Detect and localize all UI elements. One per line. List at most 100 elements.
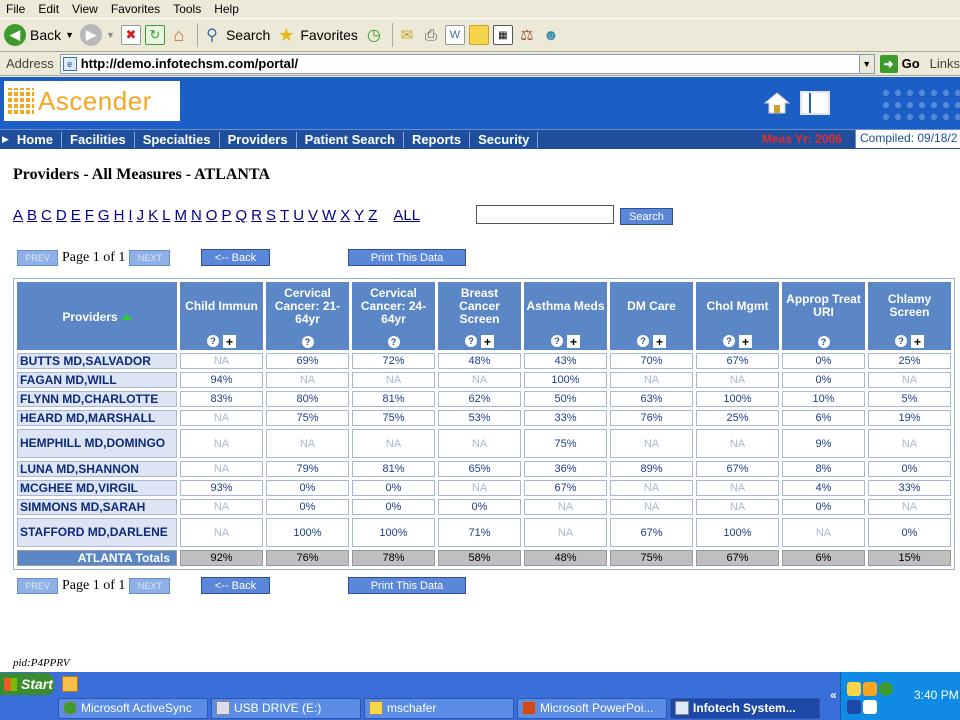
provider-name[interactable]: FLYNN MD,CHARLOTTE	[17, 391, 177, 407]
nav-providers[interactable]: Providers	[220, 131, 297, 148]
home-icon[interactable]: ⌂	[169, 25, 189, 45]
measure-cell[interactable]: 33%	[868, 480, 951, 496]
measure-cell[interactable]: 81%	[352, 391, 435, 407]
provider-name[interactable]: LUNA MD,SHANNON	[17, 461, 177, 477]
ascender-logo[interactable]: Ascender	[4, 81, 180, 121]
letter-link-g[interactable]: G	[98, 207, 110, 224]
measure-cell[interactable]: 6%	[782, 410, 865, 426]
letter-link-j[interactable]: J	[137, 207, 145, 224]
search-button[interactable]: Search	[620, 208, 673, 225]
menu-file[interactable]: File	[6, 2, 25, 16]
letter-link-s[interactable]: S	[266, 207, 276, 224]
measure-header[interactable]: Child Immun? +	[180, 282, 263, 350]
letter-link-i[interactable]: I	[128, 207, 132, 224]
letter-link-v[interactable]: V	[308, 207, 318, 224]
measure-cell[interactable]: 94%	[180, 372, 263, 388]
menu-favorites[interactable]: Favorites	[111, 2, 160, 16]
expand-icon[interactable]: +	[739, 335, 752, 348]
measure-cell[interactable]: 67%	[524, 480, 607, 496]
print-data-button-top[interactable]: Print This Data	[348, 249, 466, 266]
measure-cell[interactable]: 8%	[782, 461, 865, 477]
nav-home[interactable]: Home	[9, 131, 63, 148]
measure-cell[interactable]: 81%	[352, 461, 435, 477]
help-icon[interactable]: ?	[301, 336, 314, 348]
measure-cell[interactable]: 89%	[610, 461, 693, 477]
search-button[interactable]: ⚲ Search	[202, 21, 270, 49]
task-infotech[interactable]: Infotech System...	[670, 697, 820, 719]
measure-cell[interactable]: 5%	[868, 391, 951, 407]
refresh-icon[interactable]: ↻	[144, 25, 165, 45]
measure-header[interactable]: Breast Cancer Screen? +	[438, 282, 521, 350]
sync-tray-icon[interactable]	[879, 682, 893, 696]
measure-cell[interactable]: 9%	[782, 429, 865, 458]
measure-header[interactable]: Approp Treat URI?	[782, 282, 865, 350]
measure-cell[interactable]: 33%	[524, 410, 607, 426]
menu-tools[interactable]: Tools	[173, 2, 201, 16]
measure-cell[interactable]: 80%	[266, 391, 349, 407]
prev-button[interactable]: PREV	[17, 250, 58, 266]
forward-button[interactable]: ▶ ▼	[80, 21, 115, 49]
measure-cell[interactable]: 72%	[352, 353, 435, 369]
measure-cell[interactable]: 67%	[610, 518, 693, 547]
provider-name[interactable]: SIMMONS MD,SARAH	[17, 499, 177, 515]
measure-cell[interactable]: 100%	[266, 518, 349, 547]
measure-cell[interactable]: 67%	[696, 461, 779, 477]
measure-cell[interactable]: 75%	[524, 429, 607, 458]
help-icon[interactable]: ?	[207, 335, 219, 347]
measure-cell[interactable]: 43%	[524, 353, 607, 369]
letter-link-k[interactable]: K	[148, 207, 158, 224]
measure-cell[interactable]: 48%	[438, 353, 521, 369]
letter-link-h[interactable]: H	[114, 207, 125, 224]
menu-edit[interactable]: Edit	[38, 2, 59, 16]
letter-link-p[interactable]: P	[221, 207, 231, 224]
edit-icon[interactable]: W	[444, 25, 465, 45]
measure-cell[interactable]: 70%	[610, 353, 693, 369]
letter-link-m[interactable]: M	[174, 207, 187, 224]
provider-name[interactable]: BUTTS MD,SALVADOR	[17, 353, 177, 369]
measure-cell[interactable]: 0%	[782, 499, 865, 515]
measure-cell[interactable]: 93%	[180, 480, 263, 496]
measure-header[interactable]: Cervical Cancer: 24-64yr?	[352, 282, 435, 350]
print-icon[interactable]: ⎙	[421, 25, 441, 45]
measure-cell[interactable]: 100%	[352, 518, 435, 547]
volume-tray-icon[interactable]	[863, 700, 877, 714]
task-powerpoint[interactable]: Microsoft PowerPoi...	[517, 697, 667, 719]
nav-specialties[interactable]: Specialties	[135, 131, 220, 148]
measure-cell[interactable]: 79%	[266, 461, 349, 477]
provider-name[interactable]: STAFFORD MD,DARLENE	[17, 518, 177, 547]
links-label[interactable]: Links	[930, 56, 960, 71]
measure-cell[interactable]: 0%	[868, 518, 951, 547]
network-tray-icon[interactable]	[847, 700, 861, 714]
letter-link-b[interactable]: B	[27, 207, 37, 224]
letter-link-n[interactable]: N	[191, 207, 202, 224]
start-button[interactable]: Start	[0, 673, 54, 695]
letter-link-o[interactable]: O	[206, 207, 218, 224]
measure-cell[interactable]: 53%	[438, 410, 521, 426]
mail-tray-icon[interactable]	[847, 682, 861, 696]
task-mschafer[interactable]: mschafer	[364, 697, 514, 719]
help-icon[interactable]: ?	[465, 335, 477, 347]
measure-cell[interactable]: 83%	[180, 391, 263, 407]
home-icon[interactable]	[764, 91, 790, 115]
next-button[interactable]: NEXT	[129, 578, 171, 594]
provider-name[interactable]: MCGHEE MD,VIRGIL	[17, 480, 177, 496]
measure-cell[interactable]: 25%	[696, 410, 779, 426]
measure-cell[interactable]: 65%	[438, 461, 521, 477]
measure-cell[interactable]: 0%	[352, 499, 435, 515]
letter-link-r[interactable]: R	[251, 207, 262, 224]
nav-security[interactable]: Security	[470, 131, 539, 148]
help-icon[interactable]: ?	[817, 336, 830, 348]
measure-header[interactable]: Chlamy Screen? +	[868, 282, 951, 350]
quicklaunch-icon[interactable]	[62, 676, 78, 692]
measure-cell[interactable]: 69%	[266, 353, 349, 369]
help-icon[interactable]: ?	[723, 335, 735, 347]
expand-icon[interactable]: +	[223, 335, 236, 348]
stop-icon[interactable]: ✖	[120, 25, 141, 45]
notes-icon[interactable]	[468, 25, 489, 45]
app-tray-icon[interactable]	[863, 682, 877, 696]
address-input[interactable]: e http://demo.infotechsm.com/portal/	[59, 53, 860, 74]
provider-name[interactable]: FAGAN MD,WILL	[17, 372, 177, 388]
letter-link-f[interactable]: F	[85, 207, 94, 224]
mail-icon[interactable]: ✉	[397, 25, 417, 45]
go-button[interactable]: ➜ Go	[879, 54, 920, 73]
